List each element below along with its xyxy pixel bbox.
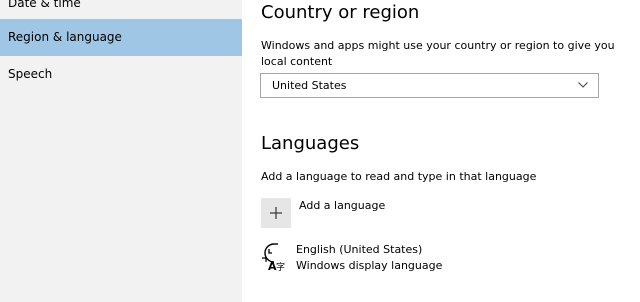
country-dropdown-value: United States [272,79,347,92]
country-heading: Country or region [261,2,420,23]
add-language-label[interactable]: Add a language [299,199,385,212]
sidebar-item-region-language[interactable]: Region & language [0,19,242,56]
plus-icon [270,207,282,219]
svg-text:字: 字 [276,261,285,271]
sidebar-item-label: Region & language [8,30,122,44]
sidebar-item-label: Speech [8,67,53,81]
sidebar-item-speech[interactable]: Speech [0,56,242,93]
sidebar-item-label: Date & time [8,0,81,10]
sidebar: Date & time Region & language Speech [0,0,242,302]
country-dropdown[interactable]: United States [260,73,599,98]
language-item-subtitle: Windows display language [296,259,443,272]
languages-heading: Languages [261,133,360,154]
country-description: Windows and apps might use your country … [261,39,615,68]
chevron-down-icon [578,82,588,88]
language-icon: A 字 [262,243,285,271]
languages-description: Add a language to read and type in that … [261,170,537,183]
language-item-name[interactable]: English (United States) [296,243,422,256]
add-language-button[interactable] [261,198,291,228]
settings-content: Country or region Windows and apps might… [242,0,640,302]
